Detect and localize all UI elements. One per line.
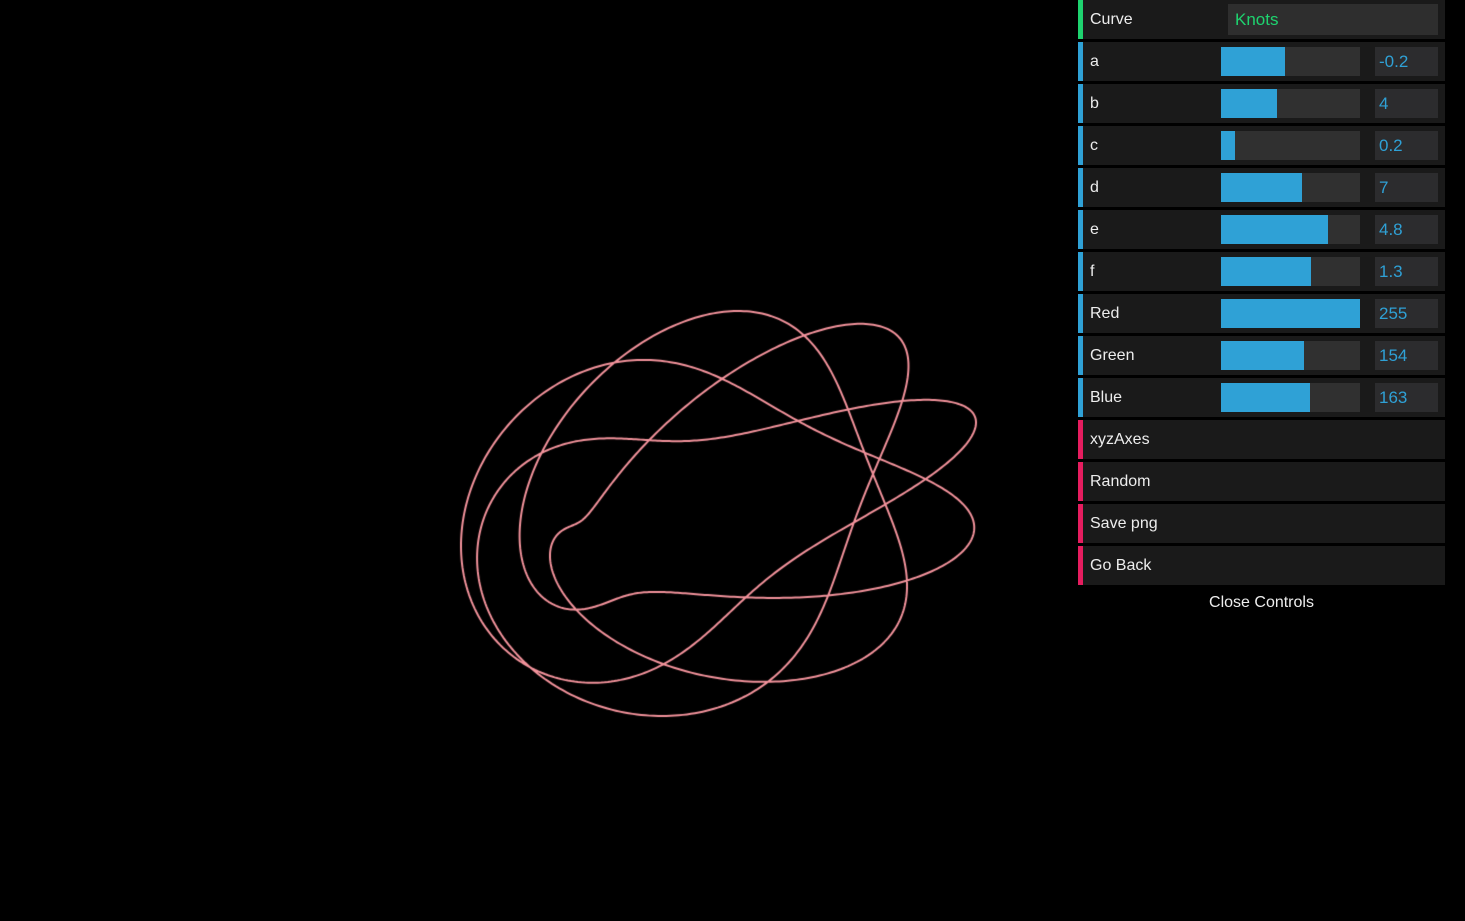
slider-label: Blue bbox=[1090, 378, 1122, 417]
go-back-button[interactable]: Go Back bbox=[1078, 546, 1445, 585]
slider-row-red: Red bbox=[1078, 294, 1445, 333]
slider-row-e: e bbox=[1078, 210, 1445, 249]
slider-row-blue: Blue bbox=[1078, 378, 1445, 417]
slider-row-b: b bbox=[1078, 84, 1445, 123]
curve-select-label: Curve bbox=[1090, 0, 1133, 39]
slider-value-input[interactable] bbox=[1375, 173, 1438, 202]
slider-label: Green bbox=[1090, 336, 1134, 375]
slider-value-input[interactable] bbox=[1375, 215, 1438, 244]
slider-value-input[interactable] bbox=[1375, 47, 1438, 76]
slider-fill bbox=[1221, 215, 1328, 244]
curve-select[interactable]: Knots bbox=[1228, 4, 1438, 35]
slider-track[interactable] bbox=[1221, 131, 1360, 160]
slider-track[interactable] bbox=[1221, 299, 1360, 328]
slider-row-c: c bbox=[1078, 126, 1445, 165]
slider-row-f: f bbox=[1078, 252, 1445, 291]
slider-track[interactable] bbox=[1221, 215, 1360, 244]
slider-label: d bbox=[1090, 168, 1099, 207]
xyzaxes-button[interactable]: xyzAxes bbox=[1078, 420, 1445, 459]
slider-track[interactable] bbox=[1221, 257, 1360, 286]
slider-value-input[interactable] bbox=[1375, 131, 1438, 160]
slider-label: c bbox=[1090, 126, 1098, 165]
button-label: Save png bbox=[1090, 504, 1158, 543]
slider-label: a bbox=[1090, 42, 1099, 81]
slider-label: b bbox=[1090, 84, 1099, 123]
slider-fill bbox=[1221, 173, 1302, 202]
slider-track[interactable] bbox=[1221, 341, 1360, 370]
slider-track[interactable] bbox=[1221, 89, 1360, 118]
slider-row-a: a bbox=[1078, 42, 1445, 81]
curve-select-row: Curve Knots bbox=[1078, 0, 1445, 39]
button-label: Go Back bbox=[1090, 546, 1151, 585]
slider-fill bbox=[1221, 299, 1360, 328]
slider-fill bbox=[1221, 257, 1311, 286]
slider-track[interactable] bbox=[1221, 173, 1360, 202]
control-panel: Curve Knots abcdef Red GreenBlue xyzAxesRa… bbox=[1078, 0, 1445, 618]
slider-fill bbox=[1221, 47, 1285, 76]
slider-label: f bbox=[1090, 252, 1094, 291]
slider-fill bbox=[1221, 383, 1310, 412]
slider-fill bbox=[1221, 341, 1304, 370]
slider-fill bbox=[1221, 131, 1235, 160]
slider-track[interactable] bbox=[1221, 47, 1360, 76]
slider-value-input[interactable] bbox=[1375, 299, 1438, 328]
slider-value-input[interactable] bbox=[1375, 257, 1438, 286]
random-button[interactable]: Random bbox=[1078, 462, 1445, 501]
slider-label: e bbox=[1090, 210, 1099, 249]
button-label: Random bbox=[1090, 462, 1150, 501]
app-window: Curve Knots abcdef Red GreenBlue xyzAxesRa… bbox=[0, 0, 1465, 921]
slider-track[interactable] bbox=[1221, 383, 1360, 412]
slider-row-d: d bbox=[1078, 168, 1445, 207]
close-controls-button[interactable]: Close Controls bbox=[1078, 588, 1445, 618]
slider-row-green: Green bbox=[1078, 336, 1445, 375]
slider-label: Red bbox=[1090, 294, 1119, 333]
slider-fill bbox=[1221, 89, 1277, 118]
slider-value-input[interactable] bbox=[1375, 89, 1438, 118]
button-label: xyzAxes bbox=[1090, 420, 1150, 459]
button-rows: xyzAxesRandomSave pngGo Back bbox=[1078, 420, 1445, 585]
slider-value-input[interactable] bbox=[1375, 383, 1438, 412]
slider-rows: abcdef Red GreenBlue bbox=[1078, 42, 1445, 417]
save-png-button[interactable]: Save png bbox=[1078, 504, 1445, 543]
slider-value-input[interactable] bbox=[1375, 341, 1438, 370]
